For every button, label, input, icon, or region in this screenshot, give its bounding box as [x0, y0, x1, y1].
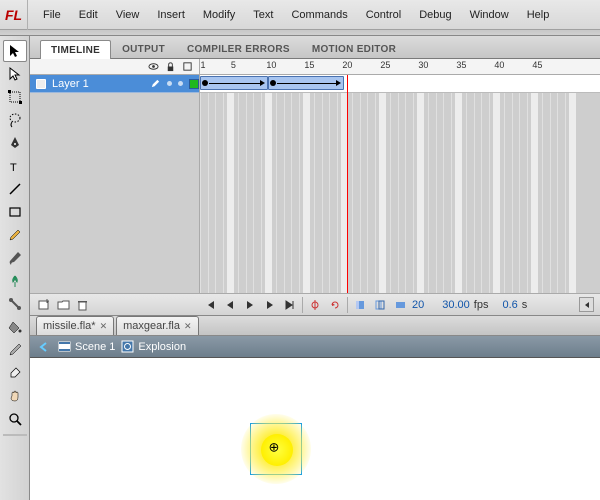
layer-column-icons — [30, 59, 200, 74]
menu-view[interactable]: View — [107, 0, 149, 29]
menu-help[interactable]: Help — [518, 0, 559, 29]
svg-text:T: T — [10, 162, 17, 174]
layer-list: Layer 1 — [30, 75, 200, 293]
tab-compiler-errors[interactable]: COMPILER ERRORS — [176, 39, 301, 58]
scene-icon — [58, 340, 71, 353]
lasso-tool[interactable] — [3, 109, 27, 131]
subselection-tool[interactable] — [3, 63, 27, 85]
file-tab-label: missile.fla* — [43, 320, 96, 332]
breadcrumb-scene[interactable]: Scene 1 — [58, 340, 115, 353]
menu-control[interactable]: Control — [357, 0, 410, 29]
fps-display: 30.00 — [442, 299, 470, 311]
playhead-line — [347, 75, 348, 293]
goto-first-frame-button[interactable] — [202, 297, 218, 313]
free-transform-tool[interactable] — [3, 86, 27, 108]
play-button[interactable] — [242, 297, 258, 313]
breadcrumb-symbol-label: Explosion — [138, 341, 186, 353]
step-back-button[interactable] — [222, 297, 238, 313]
stage[interactable] — [30, 358, 600, 500]
breadcrumb-symbol[interactable]: Explosion — [121, 340, 186, 353]
pen-tool[interactable] — [3, 132, 27, 154]
tool-separator — [3, 434, 27, 436]
pencil-tool[interactable] — [3, 224, 27, 246]
outline-icon[interactable] — [182, 61, 193, 72]
timeline-header: 151015202530354045 — [30, 59, 600, 75]
menu-window[interactable]: Window — [461, 0, 518, 29]
hand-tool[interactable] — [3, 385, 27, 407]
movieclip-icon — [121, 340, 134, 353]
back-button[interactable] — [36, 339, 52, 355]
fps-unit: fps — [474, 299, 489, 311]
tab-motion-editor[interactable]: MOTION EDITOR — [301, 39, 407, 58]
new-layer-button[interactable] — [36, 297, 52, 313]
menu-edit[interactable]: Edit — [70, 0, 107, 29]
selected-symbol[interactable] — [250, 423, 302, 475]
menu-text[interactable]: Text — [244, 0, 282, 29]
tab-output[interactable]: OUTPUT — [111, 39, 176, 58]
file-tab-maxgear[interactable]: maxgear.fla ✕ — [116, 316, 198, 335]
layer-name: Layer 1 — [52, 78, 144, 90]
line-tool[interactable] — [3, 178, 27, 200]
bone-tool[interactable] — [3, 293, 27, 315]
scroll-left-button[interactable] — [579, 297, 594, 312]
layer-type-icon — [36, 79, 46, 89]
layer-visibility-dot[interactable] — [167, 81, 172, 86]
file-tab-label: maxgear.fla — [123, 320, 180, 332]
onion-skin-outlines-button[interactable] — [372, 297, 388, 313]
app-logo: FL — [0, 0, 28, 30]
brush-tool[interactable] — [3, 247, 27, 269]
text-tool[interactable]: T — [3, 155, 27, 177]
frame-ruler[interactable]: 151015202530354045 — [200, 59, 600, 74]
tool-panel: T — [0, 36, 30, 500]
center-frame-button[interactable] — [307, 297, 323, 313]
step-forward-button[interactable] — [262, 297, 278, 313]
close-tab-icon[interactable]: ✕ — [184, 321, 192, 332]
document-tabs: missile.fla* ✕ maxgear.fla ✕ — [30, 316, 600, 336]
paint-bucket-tool[interactable] — [3, 316, 27, 338]
frames-area[interactable] — [200, 75, 600, 293]
layer-color-swatch[interactable] — [189, 79, 199, 89]
registration-point-icon — [271, 444, 282, 455]
eyedropper-tool[interactable] — [3, 339, 27, 361]
timeline-panel-tabs: TIMELINE OUTPUT COMPILER ERRORS MOTION E… — [30, 36, 600, 59]
selection-tool[interactable] — [3, 40, 27, 62]
delete-layer-button[interactable] — [74, 297, 90, 313]
layer-row[interactable]: Layer 1 — [30, 75, 199, 93]
menu-modify[interactable]: Modify — [194, 0, 244, 29]
layer-active-icon — [150, 78, 161, 89]
close-tab-icon[interactable]: ✕ — [100, 321, 108, 332]
rectangle-tool[interactable] — [3, 201, 27, 223]
tab-timeline[interactable]: TIMELINE — [40, 40, 111, 59]
eye-icon[interactable] — [148, 61, 159, 72]
breadcrumb-scene-label: Scene 1 — [75, 341, 115, 353]
deco-tool[interactable] — [3, 270, 27, 292]
onion-skin-button[interactable] — [352, 297, 368, 313]
zoom-tool[interactable] — [3, 408, 27, 430]
elapsed-unit: s — [522, 299, 528, 311]
frames-row[interactable] — [200, 75, 600, 93]
menu-insert[interactable]: Insert — [148, 0, 194, 29]
timeline-footer: 20 30.00 fps 0.6 s — [30, 293, 600, 315]
current-frame-display: 20 — [412, 299, 424, 311]
edit-bar: Scene 1 Explosion — [30, 336, 600, 358]
elapsed-display: 0.6 — [502, 299, 517, 311]
menu-file[interactable]: File — [34, 0, 70, 29]
new-folder-button[interactable] — [55, 297, 71, 313]
goto-last-frame-button[interactable] — [282, 297, 298, 313]
timeline-panel: TIMELINE OUTPUT COMPILER ERRORS MOTION E… — [30, 36, 600, 316]
menu-debug[interactable]: Debug — [410, 0, 460, 29]
menu-bar: FL File Edit View Insert Modify Text Com… — [0, 0, 600, 30]
file-tab-missile[interactable]: missile.fla* ✕ — [36, 316, 114, 335]
eraser-tool[interactable] — [3, 362, 27, 384]
lock-icon[interactable] — [165, 61, 176, 72]
menu-commands[interactable]: Commands — [282, 0, 356, 29]
layer-lock-dot[interactable] — [178, 81, 183, 86]
edit-multiple-frames-button[interactable] — [392, 297, 408, 313]
loop-button[interactable] — [327, 297, 343, 313]
